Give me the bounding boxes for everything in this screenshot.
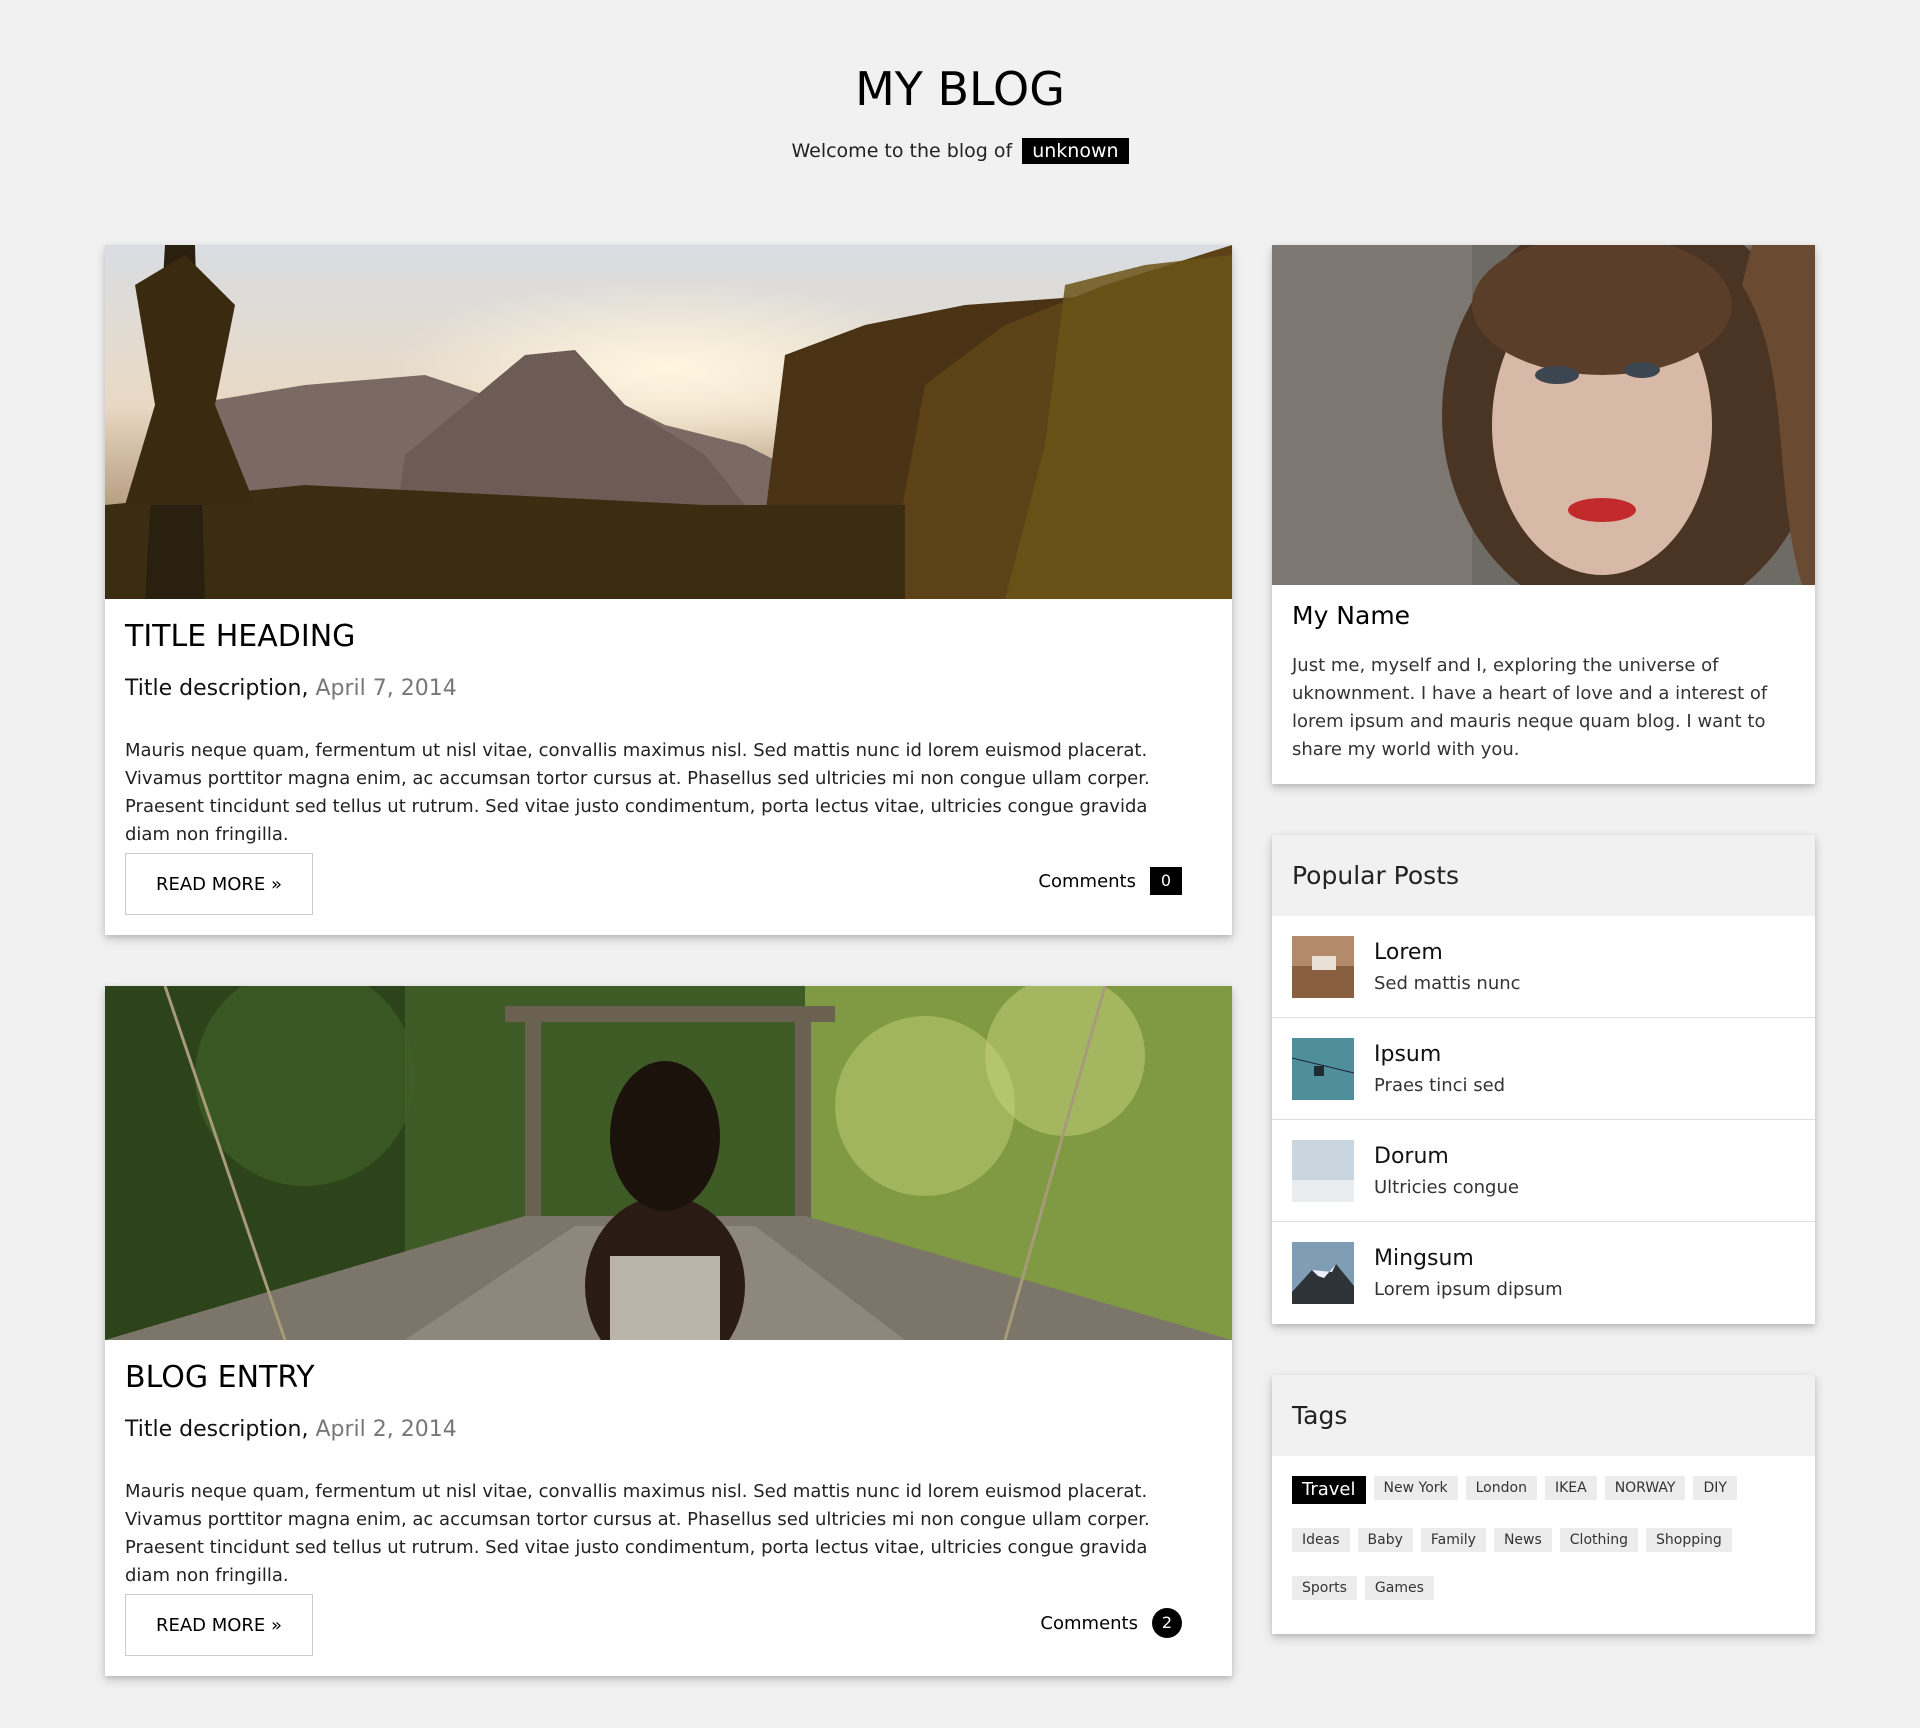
comments-count-badge: 2 (1152, 1608, 1182, 1638)
popular-post-item[interactable]: Mingsum Lorem ipsum dipsum (1272, 1222, 1815, 1324)
read-more-button[interactable]: READ MORE » (125, 1594, 313, 1656)
profile-photo (1272, 245, 1815, 585)
post-description: Title description, April 2, 2014 (125, 1417, 1212, 1442)
post-description-text: Title description, (125, 676, 309, 701)
welcome-name-badge: unknown (1022, 138, 1129, 164)
popular-post-thumbnail (1292, 1242, 1354, 1304)
sidebar: My Name Just me, myself and I, exploring… (1272, 245, 1815, 1634)
read-more-button[interactable]: READ MORE » (125, 853, 313, 915)
popular-post-title: Dorum (1374, 1143, 1449, 1169)
post-excerpt: Mauris neque quam, fermentum ut nisl vit… (125, 740, 1150, 845)
popular-post-thumbnail (1292, 1037, 1354, 1100)
post-footer: READ MORE » Comments 2 (125, 1594, 1182, 1656)
popular-post-subtitle: Sed mattis nunc (1374, 972, 1521, 994)
popular-post-item[interactable]: Lorem Sed mattis nunc (1272, 916, 1815, 1018)
blog-header: MY BLOG Welcome to the blog of unknown (0, 0, 1920, 245)
posts-column: TITLE HEADING Title description, April 7… (105, 245, 1232, 1727)
tag-games[interactable]: Games (1364, 1576, 1434, 1600)
popular-post-title: Mingsum (1374, 1246, 1474, 1271)
tag-ideas[interactable]: Ideas (1292, 1528, 1350, 1552)
tag-baby[interactable]: Baby (1357, 1528, 1413, 1552)
comments-label: Comments (1038, 870, 1136, 892)
post-description-text: Title description, (125, 1417, 309, 1442)
tag-new-york[interactable]: New York (1373, 1476, 1458, 1500)
profile-card: My Name Just me, myself and I, exploring… (1272, 245, 1815, 784)
comments-label: Comments (1040, 1612, 1138, 1634)
profile-bio: Just me, myself and I, exploring the uni… (1292, 655, 1768, 760)
comments-link[interactable]: Comments 0 (1038, 867, 1182, 895)
tag-diy[interactable]: DIY (1693, 1476, 1737, 1500)
popular-post-item[interactable]: Ipsum Praes tinci sed (1272, 1018, 1815, 1120)
post-footer: READ MORE » Comments 0 (125, 853, 1182, 915)
tags-heading: Tags (1272, 1375, 1815, 1456)
popular-posts-list: Lorem Sed mattis nunc Ipsum Praes tinci … (1272, 916, 1815, 1324)
tag-clothing[interactable]: Clothing (1559, 1528, 1639, 1552)
post-description: Title description, April 7, 2014 (125, 676, 1212, 701)
tag-norway[interactable]: NORWAY (1604, 1476, 1686, 1500)
post-image-bridge-forest (105, 986, 1232, 1340)
popular-post-subtitle: Ultricies congue (1374, 1176, 1519, 1198)
tag-london[interactable]: London (1465, 1476, 1537, 1500)
tag-news[interactable]: News (1493, 1528, 1552, 1552)
post-title: BLOG ENTRY (125, 1360, 315, 1395)
popular-post-title: Ipsum (1374, 1041, 1442, 1067)
popular-post-thumbnail (1292, 1139, 1354, 1202)
post-title: TITLE HEADING (125, 619, 356, 654)
tag-family[interactable]: Family (1420, 1528, 1486, 1552)
popular-post-item[interactable]: Dorum Ultricies congue (1272, 1120, 1815, 1222)
comments-link[interactable]: Comments 2 (1040, 1608, 1182, 1638)
popular-post-subtitle: Praes tinci sed (1374, 1074, 1506, 1096)
blog-post: BLOG ENTRY Title description, April 2, 2… (105, 986, 1232, 1676)
welcome-text: Welcome to the blog of (791, 140, 1013, 162)
welcome-line: Welcome to the blog of unknown (0, 138, 1920, 164)
tags-list: Travel New York London IKEA NORWAY DIY I… (1272, 1456, 1815, 1634)
post-date: April 2, 2014 (315, 1417, 457, 1442)
tags-widget: Tags Travel New York London IKEA NORWAY … (1272, 1375, 1815, 1634)
post-image-mountain-sunset (105, 245, 1232, 599)
tag-ikea[interactable]: IKEA (1544, 1476, 1597, 1500)
popular-posts-widget: Popular Posts Lorem Sed mattis nunc Ipsu… (1272, 835, 1815, 1324)
tag-shopping[interactable]: Shopping (1646, 1528, 1732, 1552)
popular-posts-heading: Popular Posts (1272, 835, 1815, 916)
popular-post-thumbnail (1292, 935, 1354, 998)
comments-count-badge: 0 (1150, 867, 1182, 895)
post-excerpt: Mauris neque quam, fermentum ut nisl vit… (125, 1481, 1150, 1586)
profile-name: My Name (1292, 601, 1411, 630)
post-date: April 7, 2014 (315, 676, 457, 701)
tag-travel[interactable]: Travel (1292, 1476, 1366, 1504)
popular-post-subtitle: Lorem ipsum dipsum (1374, 1279, 1563, 1300)
popular-post-title: Lorem (1374, 939, 1443, 965)
blog-post: TITLE HEADING Title description, April 7… (105, 245, 1232, 935)
blog-title: MY BLOG (855, 62, 1065, 116)
tag-sports[interactable]: Sports (1292, 1576, 1357, 1600)
